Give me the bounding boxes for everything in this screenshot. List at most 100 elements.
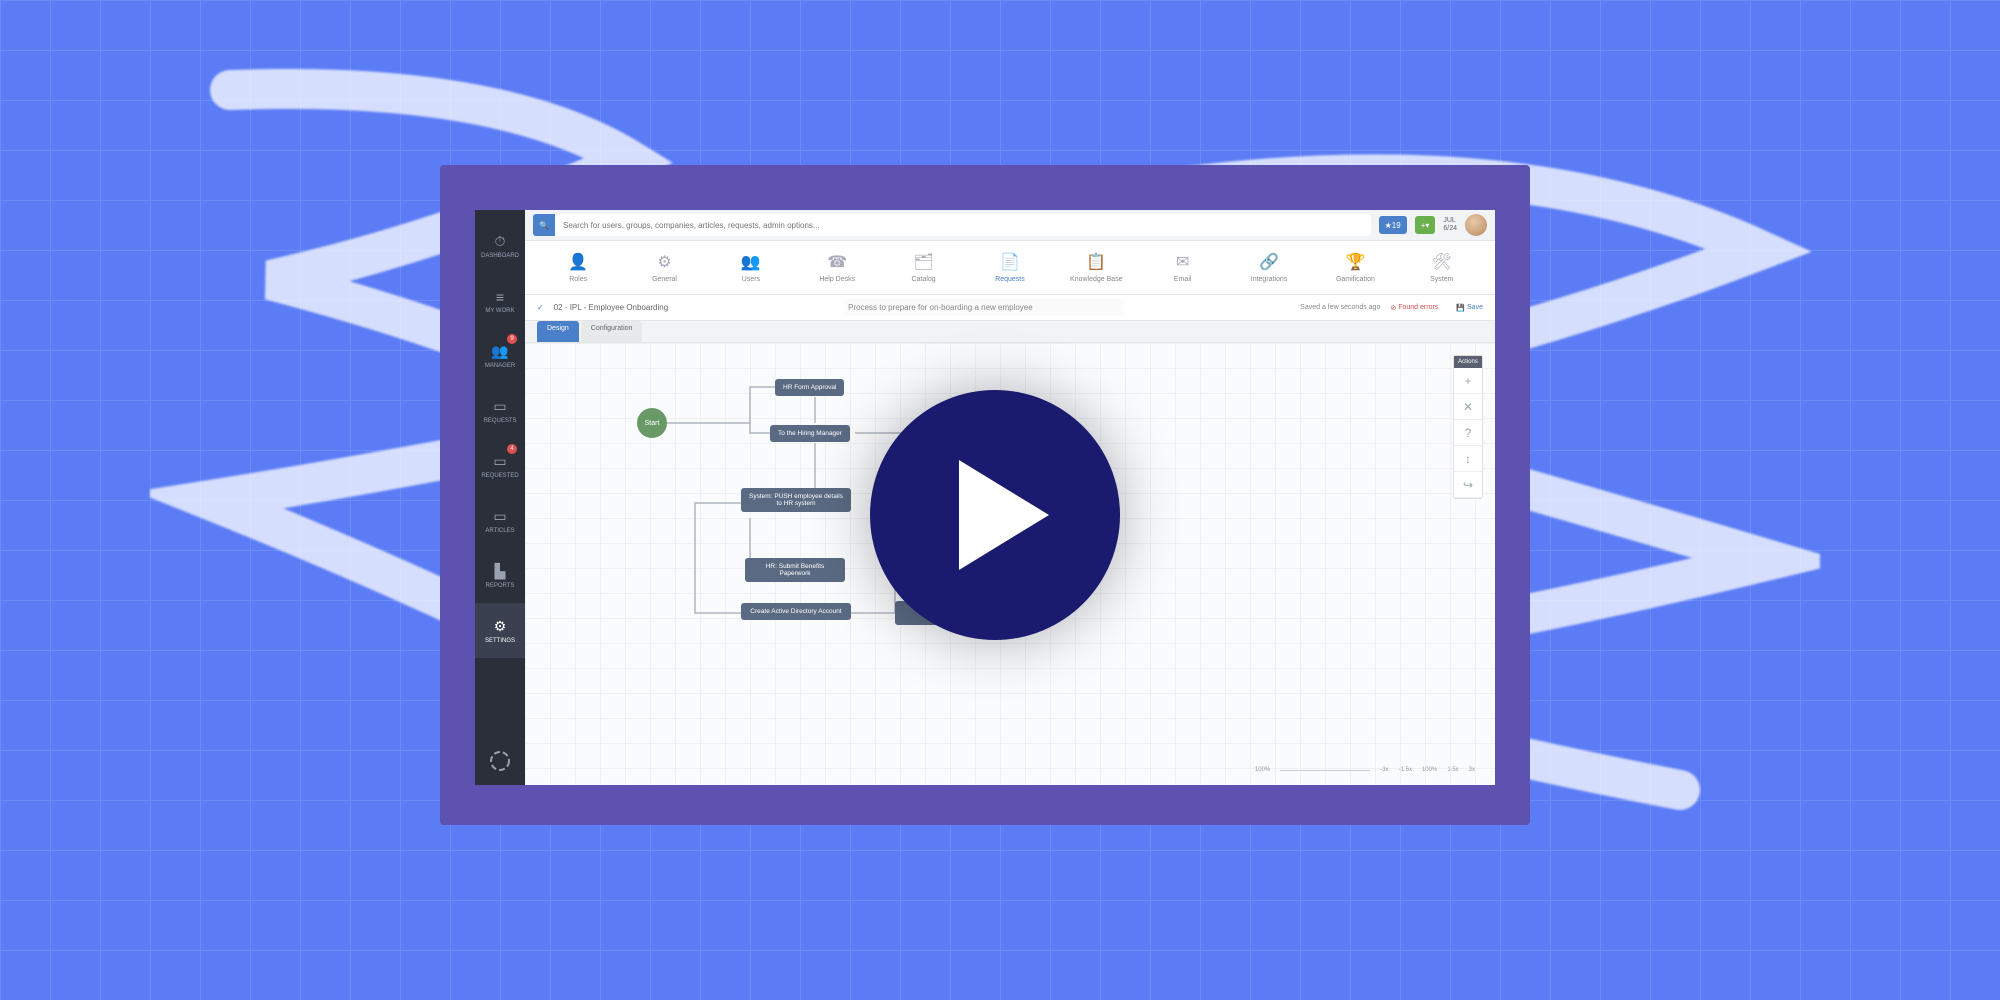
sidebar-label: SETTINGS: [485, 638, 515, 644]
node-create-ad[interactable]: Create Active Directory Account: [741, 603, 851, 620]
sidebar-label: REQUESTED: [481, 473, 518, 479]
doc-icon: 📄: [1000, 252, 1020, 272]
gear-icon: ⚙: [491, 618, 509, 636]
node-push-details[interactable]: System: PUSH employee details to HR syst…: [741, 488, 851, 512]
workflow-description[interactable]: [844, 299, 1124, 316]
people-icon: 👥: [491, 343, 509, 361]
play-icon: [959, 460, 1049, 570]
gear-icon: ⚙: [657, 252, 671, 272]
folder-icon: 🗂: [913, 252, 933, 272]
zoom-control[interactable]: 100% -3x -1.5x 100% 1.5x 3x: [1255, 767, 1475, 773]
sidebar-label: ARTICLES: [485, 528, 514, 534]
sidebar-item-requested[interactable]: ▭ REQUESTED 4: [475, 438, 525, 493]
nav-helpdesks[interactable]: ☎Help Desks: [807, 252, 867, 283]
sidebar-item-mywork[interactable]: ≡ MY WORK: [475, 273, 525, 328]
badge: 4: [507, 444, 517, 454]
redo-icon: ↪: [1463, 478, 1473, 492]
sidebar-label: MANAGER: [485, 363, 515, 369]
tab-configuration[interactable]: Configuration: [581, 321, 643, 342]
list-icon: ≡: [491, 288, 509, 306]
envelope-icon: ✉: [1176, 252, 1189, 272]
zoom-slider[interactable]: [1280, 770, 1370, 771]
doc-icon: ▭: [491, 508, 509, 526]
node-hiring-manager[interactable]: To the Hiring Manager: [770, 425, 850, 442]
sidebar-item-requests[interactable]: ▭ REQUESTS: [475, 383, 525, 438]
close-icon: ✕: [1463, 400, 1473, 414]
nav-requests[interactable]: 📄Requests: [980, 252, 1040, 283]
node-benefits[interactable]: HR: Submit Benefits Paperwork: [745, 558, 845, 582]
zoom-label: 100%: [1255, 767, 1270, 773]
sidebar-item-reports[interactable]: ▙ REPORTS: [475, 548, 525, 603]
tab-row: Design Configuration: [525, 321, 1495, 343]
nav-kb[interactable]: 📋Knowledge Base: [1066, 252, 1126, 283]
sidebar-label: MY WORK: [485, 308, 514, 314]
sidebar-label: REQUESTS: [483, 418, 516, 424]
plus-icon: +: [1464, 374, 1471, 388]
date-display: JUL 6/24: [1443, 217, 1457, 232]
nav-gamification[interactable]: 🏆Gamification: [1325, 252, 1385, 283]
sidebar-item-articles[interactable]: ▭ ARTICLES: [475, 493, 525, 548]
nav-users[interactable]: 👥Users: [721, 252, 781, 283]
badge: 9: [507, 334, 517, 344]
actions-header: Actions: [1454, 356, 1482, 368]
wrench-icon: 🛠: [1432, 252, 1452, 272]
nav-catalog[interactable]: 🗂Catalog: [894, 252, 954, 283]
link-icon: 🔗: [1259, 252, 1279, 272]
sidebar-item-manager[interactable]: 👥 MANAGER 9: [475, 328, 525, 383]
doc-icon: ▭: [491, 398, 509, 416]
doc-icon: ▭: [491, 453, 509, 471]
nav-system[interactable]: 🛠System: [1412, 252, 1472, 283]
sidebar-item-dashboard[interactable]: ⏱ DASHBOARD: [475, 218, 525, 273]
error-icon: ⊘: [1390, 304, 1396, 312]
workflow-id: 02 · IPL - Employee Onboarding: [554, 303, 668, 312]
search-wrap: 🔍: [533, 214, 1371, 236]
action-redo[interactable]: ↪: [1454, 472, 1482, 498]
search-input[interactable]: [555, 221, 1371, 230]
notif-count: 19: [1392, 221, 1401, 230]
action-add[interactable]: +: [1454, 368, 1482, 394]
sidebar-label: DASHBOARD: [481, 253, 519, 259]
search-icon: 🔍: [539, 221, 549, 230]
sidebar: ⏱ DASHBOARD ≡ MY WORK 👥 MANAGER 9 ▭ REQU…: [475, 210, 525, 785]
nav-integrations[interactable]: 🔗Integrations: [1239, 252, 1299, 283]
nav-roles[interactable]: 👤Roles: [548, 252, 608, 283]
breadcrumb: ✓ 02 · IPL - Employee Onboarding Saved a…: [525, 295, 1495, 321]
play-button[interactable]: [870, 390, 1120, 640]
save-icon: 💾: [1456, 304, 1465, 312]
nav-email[interactable]: ✉Email: [1153, 252, 1213, 283]
notification-pill[interactable]: ★ 19: [1379, 216, 1407, 234]
check-icon: ✓: [537, 303, 544, 312]
sidebar-item-settings[interactable]: ⚙ SETTINGS: [475, 603, 525, 658]
sidebar-logo: [488, 749, 512, 775]
action-help[interactable]: ?: [1454, 420, 1482, 446]
sidebar-label: REPORTS: [486, 583, 515, 589]
expand-icon: ↕: [1465, 452, 1471, 466]
action-delete[interactable]: ✕: [1454, 394, 1482, 420]
book-icon: 📋: [1086, 252, 1106, 272]
add-button[interactable]: + ▾: [1415, 216, 1436, 234]
node-hr-approval[interactable]: HR Form Approval: [775, 379, 844, 396]
people-icon: 👥: [741, 252, 761, 272]
avatar[interactable]: [1465, 214, 1487, 236]
person-icon: 👤: [568, 252, 588, 272]
date-day: 6/24: [1443, 225, 1457, 233]
question-icon: ?: [1465, 426, 1472, 440]
topbar: 🔍 ★ 19 + ▾ JUL 6/24: [525, 210, 1495, 240]
chevron-down-icon: ▾: [1425, 221, 1429, 230]
node-start[interactable]: Start: [637, 408, 667, 438]
chart-icon: ▙: [491, 563, 509, 581]
bell-icon: ★: [1385, 221, 1392, 230]
date-month: JUL: [1443, 217, 1457, 225]
nav-general[interactable]: ⚙General: [635, 252, 695, 283]
save-status: Saved a few seconds ago: [1300, 304, 1380, 311]
save-button[interactable]: 💾 Save: [1456, 304, 1483, 312]
trophy-icon: 🏆: [1345, 252, 1365, 272]
tab-design[interactable]: Design: [537, 321, 579, 342]
search-button[interactable]: 🔍: [533, 214, 555, 236]
gauge-icon: ⏱: [491, 233, 509, 251]
actions-panel: Actions + ✕ ? ↕ ↪: [1453, 355, 1483, 499]
headset-icon: ☎: [827, 252, 847, 272]
errors-link[interactable]: ⊘ Found errors: [1390, 304, 1438, 312]
action-expand[interactable]: ↕: [1454, 446, 1482, 472]
settings-navbar: 👤Roles ⚙General 👥Users ☎Help Desks 🗂Cata…: [525, 240, 1495, 295]
